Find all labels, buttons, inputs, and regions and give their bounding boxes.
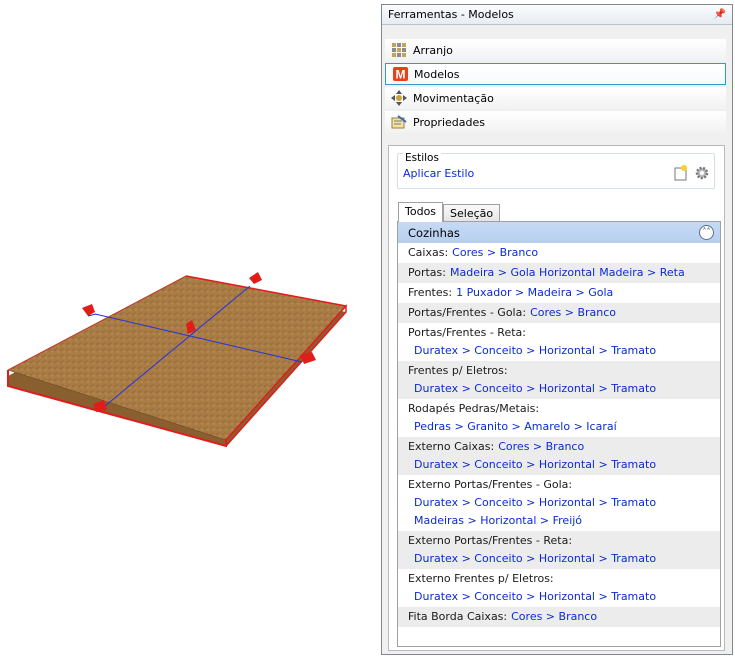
list-item: Caixas: Cores > Branco bbox=[398, 243, 720, 263]
pin-icon[interactable]: 📌 bbox=[714, 9, 726, 20]
style-link[interactable]: 1 Puxador > Madeira > Gola bbox=[456, 286, 613, 299]
list-item: Frentes: 1 Puxador > Madeira > Gola bbox=[398, 283, 720, 303]
list-item-header: Externo Frentes p/ Eletros: bbox=[408, 572, 720, 585]
properties-icon bbox=[391, 114, 407, 130]
list-item-label: Portas: bbox=[408, 266, 446, 279]
move-handle-top[interactable] bbox=[249, 272, 262, 284]
list-item-label: Frentes p/ Eletros: bbox=[408, 364, 508, 377]
style-link[interactable]: Duratex > Conceito > Horizontal > Tramat… bbox=[414, 552, 656, 565]
list-item-header: Frentes: 1 Puxador > Madeira > Gola bbox=[408, 286, 720, 299]
list-item-header: Externo Portas/Frentes - Reta: bbox=[408, 534, 720, 547]
panel-header: Ferramentas - Modelos 📌 bbox=[382, 5, 732, 25]
list-item-header: Externo Caixas: Cores > Branco bbox=[408, 440, 720, 453]
list-item-label: Frentes: bbox=[408, 286, 453, 299]
list-item-label: Portas/Frentes - Reta: bbox=[408, 326, 526, 339]
list-item-label: Externo Portas/Frentes - Reta: bbox=[408, 534, 573, 547]
list-item-header: Portas: Madeira > Gola Horizontal Madeira … bbox=[408, 266, 720, 279]
list-item-label: Externo Portas/Frentes - Gola: bbox=[408, 478, 573, 491]
list-item: Externo Portas/Frentes - Gola: Duratex > … bbox=[398, 475, 720, 531]
list-item-line: Madeiras > Horizontal > Freijó bbox=[408, 514, 720, 527]
menu-item-label: Propriedades bbox=[413, 115, 485, 129]
style-link[interactable]: Duratex > Conceito > Horizontal > Tramat… bbox=[414, 458, 656, 471]
models-list[interactable]: Cozinhas ˄˄ Caixas: Cores > Branco Portas:… bbox=[397, 221, 721, 647]
style-link[interactable]: Pedras > Granito > Amarelo > Icaraí bbox=[414, 420, 617, 433]
list-item-label: Fita Borda Caixas: bbox=[408, 610, 508, 623]
list-item: Fita Borda Caixas: Cores > Branco bbox=[398, 607, 720, 627]
move-icon bbox=[391, 90, 407, 106]
list-item-label: Externo Caixas: bbox=[408, 440, 495, 453]
style-link[interactable]: Cores > Branco bbox=[530, 306, 616, 319]
list-item-line: Duratex > Conceito > Horizontal > Tramat… bbox=[408, 496, 720, 509]
style-link[interactable]: Duratex > Conceito > Horizontal > Tramat… bbox=[414, 344, 656, 357]
section-header-cozinhas[interactable]: Cozinhas ˄˄ bbox=[398, 222, 720, 243]
style-link[interactable]: Madeira > Gola Horizontal bbox=[450, 266, 595, 279]
list-item-label: Externo Frentes p/ Eletros: bbox=[408, 572, 554, 585]
list-item: Frentes p/ Eletros: Duratex > Conceito > … bbox=[398, 361, 720, 399]
list-item: Portas: Madeira > Gola Horizontal Madeira … bbox=[398, 263, 720, 283]
style-link[interactable]: Cores > Branco bbox=[452, 246, 538, 259]
apply-style-link[interactable]: Aplicar Estilo bbox=[403, 167, 474, 180]
list-item: Externo Portas/Frentes - Reta: Duratex > … bbox=[398, 531, 720, 569]
menu-item-label: Modelos bbox=[414, 67, 460, 81]
list-item-header: Frentes p/ Eletros: bbox=[408, 364, 720, 377]
list-item-header: Externo Portas/Frentes - Gola: bbox=[408, 478, 720, 491]
board-model[interactable] bbox=[0, 0, 378, 659]
list-item-line: Duratex > Conceito > Horizontal > Tramat… bbox=[408, 590, 720, 603]
estilos-label: Estilos bbox=[403, 152, 441, 164]
section-title: Cozinhas bbox=[408, 225, 460, 240]
3d-viewport[interactable] bbox=[0, 0, 378, 659]
tab-todos[interactable]: Todos bbox=[398, 202, 444, 222]
list-item-label: Portas/Frentes - Gola: bbox=[408, 306, 527, 319]
list-item: Portas/Frentes - Reta: Duratex > Conceito… bbox=[398, 323, 720, 361]
list-item-header: Caixas: Cores > Branco bbox=[408, 246, 720, 259]
style-link[interactable]: Cores > Branco bbox=[511, 610, 597, 623]
list-item-line: Duratex > Conceito > Horizontal > Tramat… bbox=[408, 382, 720, 395]
menu-item-arranjo[interactable]: Arranjo bbox=[385, 39, 726, 61]
style-link[interactable]: Duratex > Conceito > Horizontal > Tramat… bbox=[414, 496, 656, 509]
style-link[interactable]: Madeira > Reta bbox=[599, 266, 684, 279]
menu-item-propriedades[interactable]: Propriedades bbox=[385, 111, 726, 133]
grid-icon bbox=[391, 42, 407, 58]
list-item: Rodapés Pedras/Metais: Pedras > Granito >… bbox=[398, 399, 720, 437]
list-item: Externo Caixas: Cores > Branco Duratex > C… bbox=[398, 437, 720, 475]
list-item-header: Portas/Frentes - Gola: Cores > Branco bbox=[408, 306, 720, 319]
tab-selecao[interactable]: Seleção bbox=[443, 204, 501, 222]
menu-item-label: Movimentação bbox=[413, 91, 494, 105]
move-handle-left[interactable] bbox=[82, 304, 97, 317]
m-icon: M bbox=[392, 66, 408, 82]
list-item-header: Fita Borda Caixas: Cores > Branco bbox=[408, 610, 720, 623]
menu-item-label: Arranjo bbox=[413, 43, 453, 57]
tools-panel: Ferramentas - Modelos 📌 Arranjo M Modelo… bbox=[381, 4, 733, 655]
tab-strip: Todos Seleção bbox=[398, 202, 501, 222]
list-item-header: Rodapés Pedras/Metais: bbox=[408, 402, 720, 415]
collapse-chevron-icon[interactable]: ˄˄ bbox=[699, 225, 714, 240]
list-item-line: Duratex > Conceito > Horizontal > Tramat… bbox=[408, 344, 720, 357]
board-top bbox=[7, 275, 347, 441]
style-link[interactable]: Madeiras > Horizontal > Freijó bbox=[414, 514, 582, 527]
list-item-header: Portas/Frentes - Reta: bbox=[408, 326, 720, 339]
style-link[interactable]: Cores > Branco bbox=[498, 440, 584, 453]
list-item-line: Duratex > Conceito > Horizontal > Tramat… bbox=[408, 458, 720, 471]
tools-menu: Arranjo M Modelos Movimentação Proprieda… bbox=[385, 39, 726, 135]
new-style-icon[interactable] bbox=[674, 165, 688, 184]
estilos-group: Estilos Aplicar Estilo bbox=[397, 152, 715, 189]
list-item-line: Pedras > Granito > Amarelo > Icaraí bbox=[408, 420, 720, 433]
list-item: Externo Frentes p/ Eletros: Duratex > Con… bbox=[398, 569, 720, 607]
style-link[interactable]: Duratex > Conceito > Horizontal > Tramat… bbox=[414, 590, 656, 603]
gear-icon[interactable] bbox=[694, 165, 710, 184]
menu-item-modelos[interactable]: M Modelos bbox=[385, 63, 726, 85]
models-content: Estilos Aplicar Estilo Todos Seleção Coz… bbox=[388, 145, 725, 651]
svg-text:M: M bbox=[395, 68, 405, 82]
list-item-label: Rodapés Pedras/Metais: bbox=[408, 402, 540, 415]
list-item: Portas/Frentes - Gola: Cores > Branco bbox=[398, 303, 720, 323]
list-item-label: Caixas: bbox=[408, 246, 449, 259]
panel-title: Ferramentas - Modelos bbox=[388, 8, 514, 21]
list-item-line: Duratex > Conceito > Horizontal > Tramat… bbox=[408, 552, 720, 565]
menu-item-movimentacao[interactable]: Movimentação bbox=[385, 87, 726, 109]
rows-container: Caixas: Cores > Branco Portas: Madeira > Go… bbox=[398, 243, 720, 627]
style-link[interactable]: Duratex > Conceito > Horizontal > Tramat… bbox=[414, 382, 656, 395]
